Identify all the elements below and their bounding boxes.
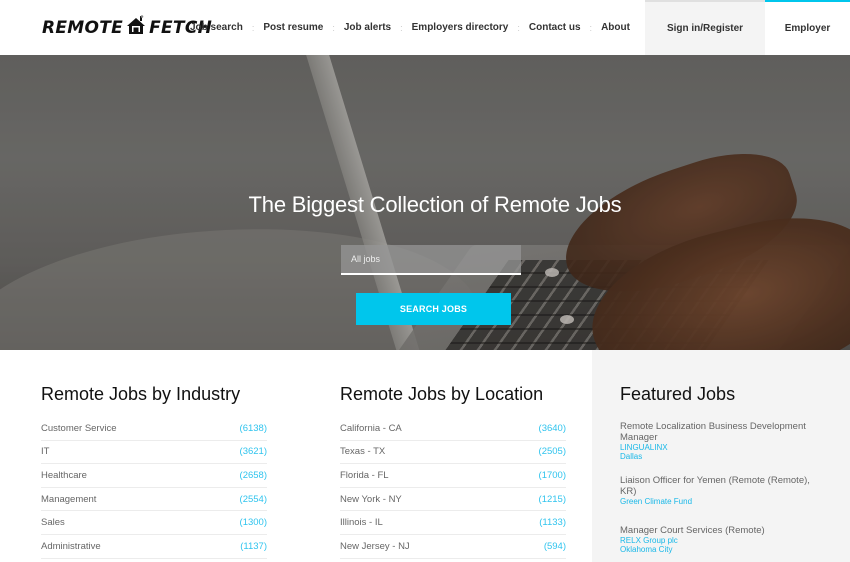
industry-name[interactable]: Healthcare bbox=[41, 470, 87, 481]
list-item[interactable]: Florida - FL (1700) bbox=[340, 464, 566, 488]
industry-count[interactable]: (6138) bbox=[240, 423, 267, 434]
industry-name[interactable]: Administrative bbox=[41, 541, 101, 552]
employer-tab[interactable]: Employer bbox=[765, 0, 850, 55]
location-name[interactable]: California - CA bbox=[340, 423, 402, 434]
featured-job-title[interactable]: Liaison Officer for Yemen (Remote (Remot… bbox=[620, 475, 820, 497]
list-item[interactable]: Administrative (1137) bbox=[41, 535, 267, 559]
featured-job-company[interactable]: LINGUALINX bbox=[620, 443, 820, 452]
industry-count[interactable]: (2658) bbox=[240, 470, 267, 481]
featured-job-location[interactable]: Dallas bbox=[620, 452, 820, 461]
location-count[interactable]: (594) bbox=[544, 541, 566, 552]
nav-separator: : bbox=[332, 22, 335, 33]
industry-name[interactable]: IT bbox=[41, 446, 49, 457]
hero-banner: The Biggest Collection of Remote Jobs SE… bbox=[0, 55, 850, 350]
location-name[interactable]: Illinois - IL bbox=[340, 517, 383, 528]
industry-name[interactable]: Management bbox=[41, 494, 96, 505]
list-item[interactable]: New Jersey - NJ (594) bbox=[340, 535, 566, 559]
featured-job-title[interactable]: Remote Localization Business Development… bbox=[620, 421, 820, 443]
industry-count[interactable]: (2554) bbox=[240, 494, 267, 505]
nav-about[interactable]: About bbox=[601, 22, 630, 33]
location-name[interactable]: New Jersey - NJ bbox=[340, 541, 410, 552]
hero-title: The Biggest Collection of Remote Jobs bbox=[248, 192, 622, 217]
featured-job-company[interactable]: Green Climate Fund bbox=[620, 497, 820, 506]
location-name[interactable]: Florida - FL bbox=[340, 470, 389, 481]
featured-title: Featured Jobs bbox=[620, 384, 736, 404]
location-count[interactable]: (3640) bbox=[539, 423, 566, 434]
sign-in-register-button[interactable]: Sign in/Register bbox=[645, 0, 765, 55]
list-item[interactable]: Illinois - IL (1133) bbox=[340, 511, 566, 535]
location-count[interactable]: (1133) bbox=[539, 517, 566, 528]
featured-job-company[interactable]: RELX Group plc bbox=[620, 536, 820, 545]
nav-post-resume[interactable]: Post resume bbox=[263, 22, 323, 33]
industry-name[interactable]: Customer Service bbox=[41, 423, 117, 434]
list-item[interactable]: California - CA (3640) bbox=[340, 417, 566, 441]
list-item[interactable]: New York - NY (1215) bbox=[340, 488, 566, 512]
featured-job-title[interactable]: Manager Court Services (Remote) bbox=[620, 525, 820, 536]
nav-contact-us[interactable]: Contact us bbox=[529, 22, 581, 33]
site-header: REMOTE FETCH Job search : Post resume : … bbox=[0, 0, 850, 55]
logo-text-left: REMOTE bbox=[42, 17, 124, 38]
list-item[interactable]: Sales (1300) bbox=[41, 511, 267, 535]
featured-job-location[interactable]: Oklahoma City bbox=[620, 545, 820, 554]
location-count[interactable]: (2505) bbox=[539, 446, 566, 457]
nav-separator: : bbox=[589, 22, 593, 33]
featured-job: Liaison Officer for Yemen (Remote (Remot… bbox=[620, 475, 820, 506]
nav-job-alerts[interactable]: Job alerts bbox=[344, 22, 391, 33]
search-jobs-button[interactable]: SEARCH JOBS bbox=[356, 293, 511, 325]
featured-job: Remote Localization Business Development… bbox=[620, 421, 820, 461]
logo[interactable]: REMOTE FETCH bbox=[42, 14, 212, 42]
nav-separator: : bbox=[517, 22, 520, 33]
list-item[interactable]: Customer Service (6138) bbox=[41, 417, 267, 441]
location-count[interactable]: (1700) bbox=[539, 470, 566, 481]
nav-employers-directory[interactable]: Employers directory bbox=[412, 22, 509, 33]
industry-count[interactable]: (1300) bbox=[240, 517, 267, 528]
featured-jobs-panel: Featured Jobs Remote Localization Busine… bbox=[592, 350, 850, 562]
industry-count[interactable]: (3621) bbox=[240, 446, 267, 457]
job-search-input[interactable] bbox=[341, 245, 521, 275]
industry-title: Remote Jobs by Industry bbox=[41, 384, 241, 404]
location-list: California - CA (3640) Texas - TX (2505) F… bbox=[340, 417, 566, 559]
nav-separator: : bbox=[251, 22, 255, 33]
list-item[interactable]: Texas - TX (2505) bbox=[340, 441, 566, 465]
location-count[interactable]: (1215) bbox=[539, 494, 566, 505]
industry-count[interactable]: (1137) bbox=[240, 541, 267, 552]
industry-list: Customer Service (6138) IT (3621) Healthca… bbox=[41, 417, 267, 559]
nav-separator: : bbox=[400, 22, 403, 33]
list-item[interactable]: Healthcare (2658) bbox=[41, 464, 267, 488]
list-item[interactable]: IT (3621) bbox=[41, 441, 267, 465]
list-item[interactable]: Management (2554) bbox=[41, 488, 267, 512]
main-nav: Job search : Post resume : Job alerts : … bbox=[190, 0, 630, 55]
location-title: Remote Jobs by Location bbox=[340, 384, 544, 404]
location-name[interactable]: New York - NY bbox=[340, 494, 402, 505]
nav-job-search[interactable]: Job search bbox=[190, 22, 243, 33]
location-name[interactable]: Texas - TX bbox=[340, 446, 385, 457]
featured-job: Manager Court Services (Remote) RELX Gro… bbox=[620, 525, 820, 554]
industry-name[interactable]: Sales bbox=[41, 517, 65, 528]
house-icon bbox=[127, 15, 146, 34]
